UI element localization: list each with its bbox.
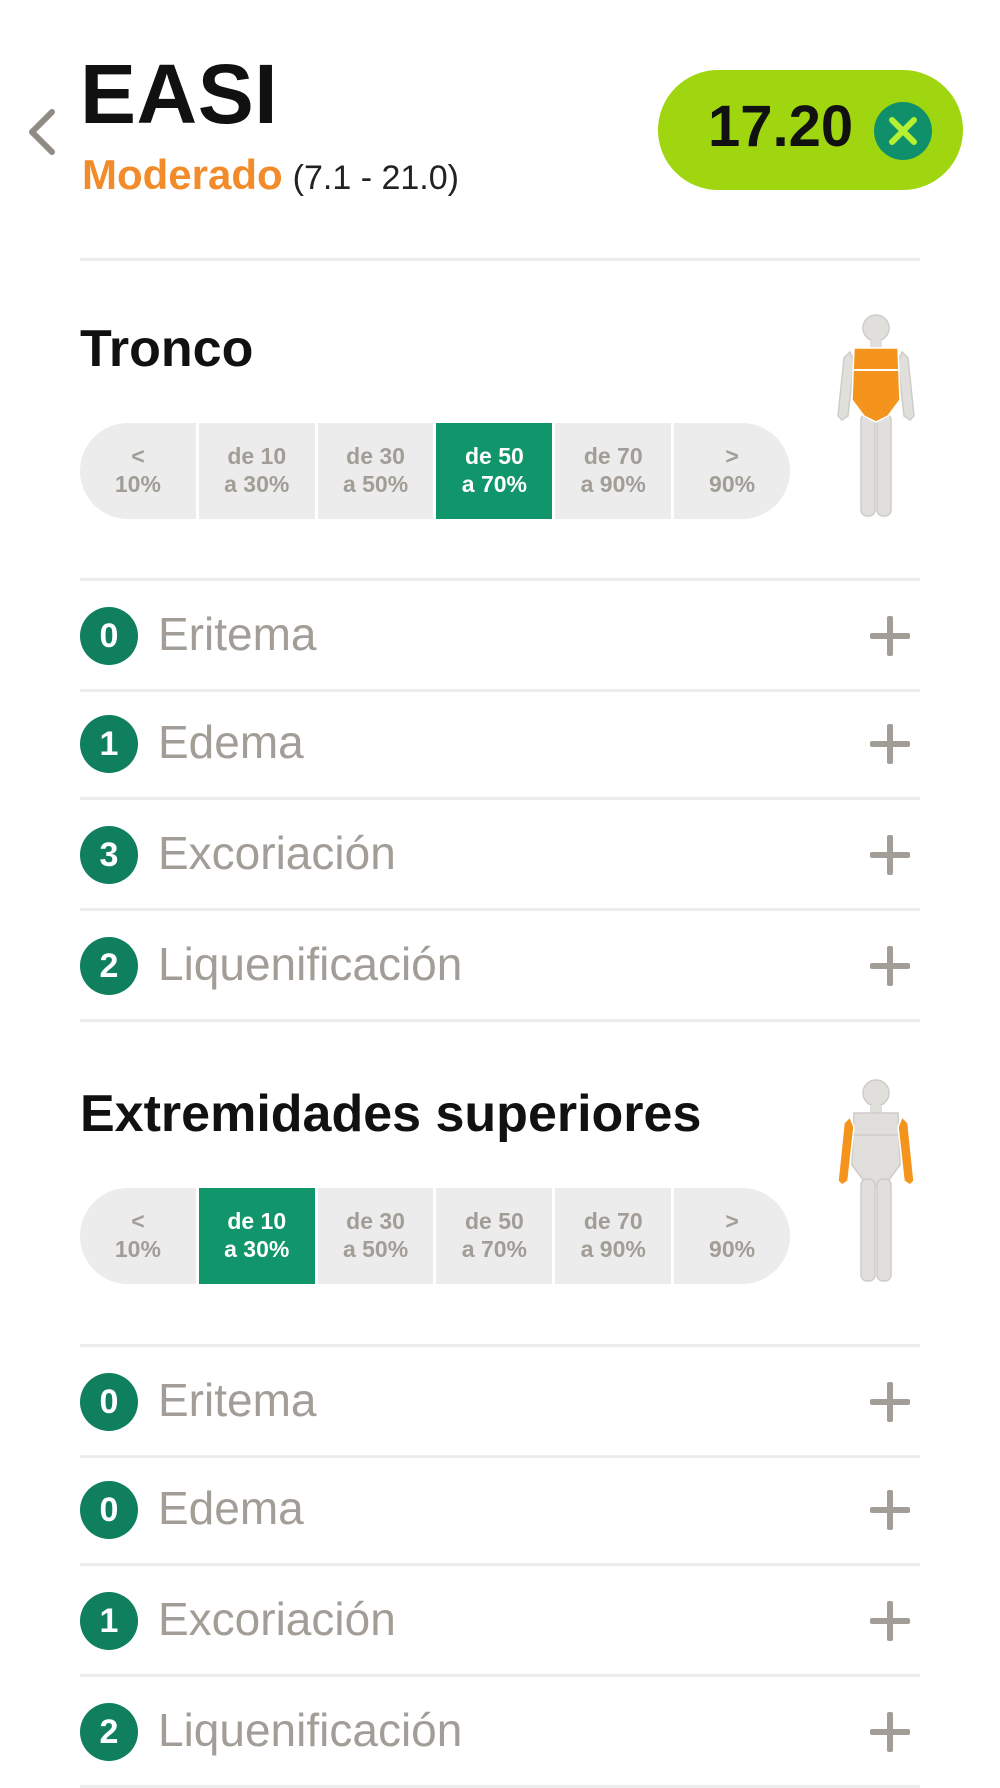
area-option[interactable]: >90%: [674, 423, 790, 519]
easi-screen: EASI Moderado (7.1 - 21.0) 17.20 Tronco <…: [0, 0, 1000, 1788]
body-trunk-icon: [837, 314, 915, 517]
area-option[interactable]: de 50 a 70%: [436, 1188, 556, 1284]
score-value: 17.20: [708, 94, 854, 159]
area-option[interactable]: <10%: [80, 423, 199, 519]
sign-label: Liquenificación: [158, 1704, 463, 1756]
sign-label: Eritema: [158, 608, 317, 660]
plus-icon[interactable]: [870, 946, 910, 986]
plus-icon[interactable]: [870, 1712, 910, 1752]
sign-row-edema[interactable]: 1 Edema: [80, 689, 920, 800]
section-title-tronco: Tronco: [80, 320, 254, 378]
sign-value-badge: 1: [80, 1592, 138, 1650]
area-selector-extremidades-superiores: <10% de 10 a 30% de 30 a 50% de 50 a 70% de…: [80, 1188, 790, 1284]
severity-range: (7.1 - 21.0): [292, 159, 459, 197]
back-button[interactable]: [20, 104, 64, 160]
chevron-left-icon: [29, 109, 55, 155]
area-option[interactable]: >90%: [674, 1188, 790, 1284]
sign-row-eritema[interactable]: 0 Eritema: [80, 578, 920, 692]
sign-value-badge: 3: [80, 826, 138, 884]
area-option[interactable]: de 30 a 50%: [318, 1188, 437, 1284]
severity-summary: Moderado (7.1 - 21.0): [82, 154, 459, 196]
plus-icon[interactable]: [870, 724, 910, 764]
score-pill: 17.20: [658, 70, 963, 190]
sign-label: Excoriación: [158, 1593, 396, 1645]
area-option[interactable]: <10%: [80, 1188, 199, 1284]
sign-row-edema[interactable]: 0 Edema: [80, 1455, 920, 1566]
clear-score-button[interactable]: [874, 102, 932, 160]
sign-value-badge: 0: [80, 1481, 138, 1539]
plus-icon[interactable]: [870, 1382, 910, 1422]
area-option[interactable]: de 10 a 30%: [198, 1188, 318, 1284]
sign-row-eritema[interactable]: 0 Eritema: [80, 1344, 920, 1458]
plus-icon[interactable]: [870, 835, 910, 875]
area-option[interactable]: de 70 a 90%: [555, 423, 675, 519]
sign-value-badge: 0: [80, 1373, 138, 1431]
body-upper-limbs-icon: [837, 1079, 915, 1282]
sign-value-badge: 2: [80, 1703, 138, 1761]
area-option[interactable]: de 10 a 30%: [199, 423, 318, 519]
area-option[interactable]: de 30 a 50%: [318, 423, 437, 519]
sign-label: Liquenificación: [158, 938, 463, 990]
area-selector-tronco: <10% de 10 a 30% de 30 a 50% de 50 a 70% de…: [80, 423, 790, 519]
area-option[interactable]: de 70 a 90%: [555, 1188, 675, 1284]
sign-row-liquenificacion[interactable]: 2 Liquenificación: [80, 911, 920, 1022]
plus-icon[interactable]: [870, 616, 910, 656]
header-divider: [80, 258, 920, 261]
sign-value-badge: 0: [80, 607, 138, 665]
sign-row-excoriacion[interactable]: 3 Excoriación: [80, 800, 920, 911]
sign-label: Edema: [158, 1482, 304, 1534]
severity-label: Moderado: [82, 151, 283, 198]
plus-icon[interactable]: [870, 1490, 910, 1530]
page-title: EASI: [80, 47, 279, 141]
section-title-extremidades-superiores: Extremidades superiores: [80, 1085, 702, 1143]
close-icon: [889, 117, 917, 145]
sign-label: Edema: [158, 716, 304, 768]
area-option[interactable]: de 50 a 70%: [436, 423, 556, 519]
sign-label: Eritema: [158, 1374, 317, 1426]
sign-label: Excoriación: [158, 827, 396, 879]
plus-icon[interactable]: [870, 1601, 910, 1641]
sign-row-liquenificacion[interactable]: 2 Liquenificación: [80, 1677, 920, 1788]
sign-row-excoriacion[interactable]: 1 Excoriación: [80, 1566, 920, 1677]
sign-value-badge: 1: [80, 715, 138, 773]
sign-value-badge: 2: [80, 937, 138, 995]
